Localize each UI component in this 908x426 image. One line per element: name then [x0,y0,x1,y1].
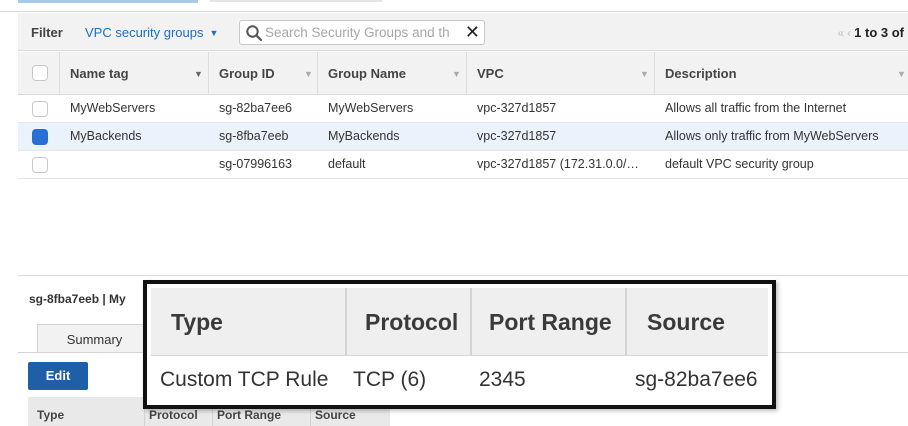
sort-icon[interactable]: ▼ [452,69,461,79]
active-tab-indicator [18,0,198,3]
pager-text: 1 to 3 of [854,25,904,40]
cell-description: default VPC security group [665,157,814,171]
cell-group-id: sg-82ba7ee6 [219,101,292,115]
inactive-tab-indicator [210,0,382,2]
sort-icon[interactable]: ▼ [640,69,649,79]
detail-title: sg-8fba7eeb | My [29,292,126,306]
tab-summary[interactable]: Summary [37,324,152,353]
edit-button[interactable]: Edit [28,362,88,390]
zoom-col-protocol: Protocol [345,288,458,356]
zoom-col-source: Source [625,288,725,356]
filter-dropdown-value: VPC security groups [85,25,204,40]
col-group-id-label: Group ID [219,66,275,81]
zoom-rule-row: Custom TCP Rule TCP (6) 2345 sg-82ba7ee6 [151,358,768,402]
table-header: Name tag ▼ Group ID ▼ Group Name ▼ VPC ▼… [18,52,908,95]
cell-name-tag: MyWebServers [70,101,156,115]
col-description-label: Description [665,66,737,81]
cell-group-name: MyWebServers [328,101,414,115]
zoom-header: Type Protocol Port Range Source [151,288,768,356]
table-row[interactable]: MyBackends sg-8fba7eeb MyBackends vpc-32… [18,123,908,151]
sort-icon[interactable]: ▼ [194,69,203,79]
cell-group-name: MyBackends [328,129,400,143]
security-groups-table: Name tag ▼ Group ID ▼ Group Name ▼ VPC ▼… [18,52,908,179]
table-row[interactable]: sg-07996163 default vpc-327d1857 (172.31… [18,151,908,179]
search-input[interactable] [265,22,461,43]
zoom-cell-protocol: TCP (6) [353,368,427,391]
search-icon [246,25,263,42]
top-tab-strip [0,0,908,12]
col-name-tag[interactable]: Name tag ▼ [59,52,206,95]
zoom-col-type: Type [171,309,223,335]
row-checkbox[interactable] [32,156,48,173]
col-name-tag-label: Name tag [70,66,129,81]
cell-group-id: sg-07996163 [219,157,292,171]
col-description[interactable]: Description ▼ [654,52,908,95]
filter-bar: Filter VPC security groups ▼ ✕ « ‹ 1 to … [18,13,908,51]
cell-description: Allows only traffic from MyWebServers [665,129,879,143]
table-row[interactable]: MyWebServers sg-82ba7ee6 MyWebServers vp… [18,95,908,123]
chevron-down-icon: ▼ [209,27,219,38]
prev-page-icon[interactable]: ‹ [847,26,851,40]
cell-description: Allows all traffic from the Internet [665,101,847,115]
search-box[interactable]: ✕ [239,20,485,45]
pager: « ‹ 1 to 3 of [837,25,904,40]
cell-vpc: vpc-327d1857 [477,101,557,115]
cell-vpc: vpc-327d1857 (172.31.0.0/… [477,157,639,171]
row-checkbox[interactable] [32,128,48,145]
select-all-checkbox[interactable] [32,65,48,81]
zoomed-rule-callout: Type Protocol Port Range Source Custom T… [143,280,776,409]
col-vpc-label: VPC [477,66,504,81]
cell-group-name: default [328,157,366,171]
row-checkbox[interactable] [32,100,48,117]
cell-group-id: sg-8fba7eeb [219,129,289,143]
clear-icon[interactable]: ✕ [465,22,480,43]
col-group-name[interactable]: Group Name ▼ [317,52,465,95]
col-group-name-label: Group Name [328,66,407,81]
filter-label: Filter [31,25,63,40]
zoom-cell-port-range: 2345 [479,368,526,391]
zoom-cell-type: Custom TCP Rule [160,368,329,391]
first-page-icon[interactable]: « [837,26,844,40]
filter-dropdown[interactable]: VPC security groups ▼ [85,25,218,40]
zoom-cell-source: sg-82ba7ee6 [635,368,758,391]
select-all-cell [32,52,48,94]
detail-divider[interactable] [18,275,908,276]
col-vpc[interactable]: VPC ▼ [466,52,653,95]
sort-icon[interactable]: ▼ [897,69,906,79]
rules-col-type: Type [37,408,65,422]
cell-vpc: vpc-327d1857 [477,129,557,143]
sort-icon[interactable]: ▼ [304,69,313,79]
cell-name-tag: MyBackends [70,129,142,143]
cell-name-tag [70,151,208,178]
col-group-id[interactable]: Group ID ▼ [208,52,316,95]
zoom-col-port-range: Port Range [470,288,612,356]
